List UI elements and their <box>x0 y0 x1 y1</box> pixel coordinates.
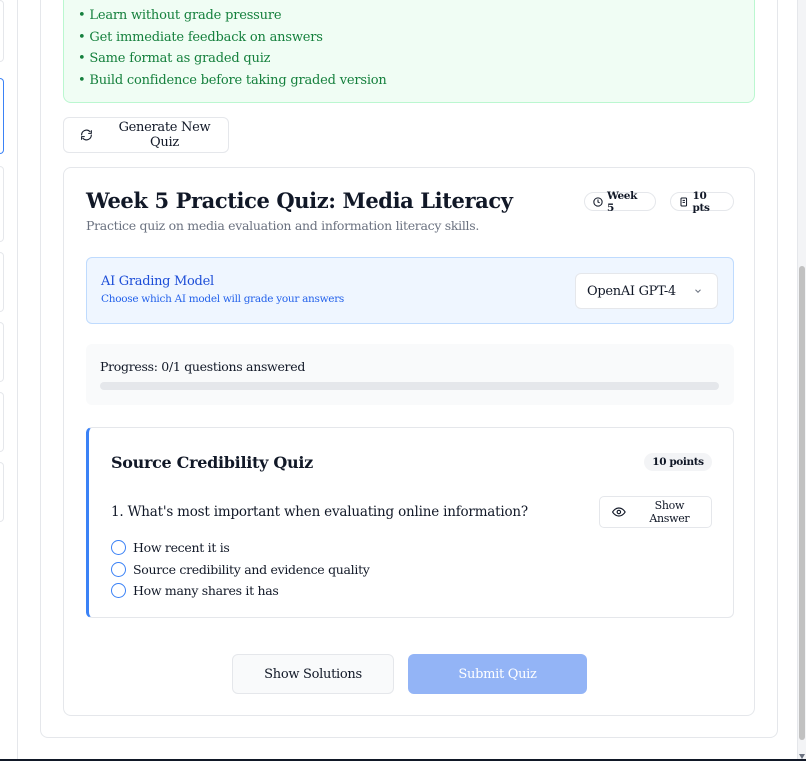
radio-button[interactable] <box>111 561 126 577</box>
practice-benefits-box: • Learn without grade pressure • Get imm… <box>63 0 755 103</box>
chevron-down-icon <box>695 289 701 293</box>
answer-option-label: How recent it is <box>133 540 230 556</box>
grading-model-help: Choose which AI model will grade your an… <box>101 293 345 305</box>
answer-option[interactable]: How many shares it has <box>111 580 370 602</box>
scrollbar-thumb[interactable] <box>799 266 805 740</box>
radio-button[interactable] <box>111 583 126 599</box>
answer-option[interactable]: Source credibility and evidence quality <box>111 559 370 581</box>
benefits-list: • Learn without grade pressure • Get imm… <box>78 5 387 91</box>
question-text: 1. What's most important when evaluating… <box>111 504 528 520</box>
answer-options: How recent it is Source credibility and … <box>111 537 370 602</box>
benefit-item: • Build confidence before taking graded … <box>78 72 387 88</box>
document-icon <box>680 197 688 206</box>
grading-model-value: OpenAI GPT-4 <box>587 283 676 299</box>
grading-model-select[interactable]: OpenAI GPT-4 <box>575 273 718 309</box>
benefit-item: • Same format as graded quiz <box>78 51 271 66</box>
sidebar-tab[interactable] <box>0 462 4 522</box>
grading-model-panel: AI Grading Model Choose which AI model w… <box>86 257 734 324</box>
submit-quiz-button[interactable]: Submit Quiz <box>408 654 587 694</box>
answer-option-label: Source credibility and evidence quality <box>133 561 370 577</box>
week-badge-label: Week 5 <box>606 189 637 214</box>
eye-icon <box>612 507 626 517</box>
benefit-item: • Learn without grade pressure <box>78 8 282 23</box>
sidebar-tab[interactable] <box>0 322 4 382</box>
sidebar-rail <box>0 0 18 761</box>
benefit-item: • Get immediate feedback on answers <box>78 29 323 45</box>
generate-new-quiz-button[interactable]: Generate New Quiz <box>63 117 229 153</box>
scrollbar[interactable] <box>797 0 806 761</box>
question-card: Source Credibility Quiz 10 points 1. Wha… <box>86 427 734 618</box>
quiz-description: Practice quiz on media evaluation and in… <box>86 218 480 233</box>
points-badge-label: 10 pts <box>692 189 710 214</box>
question-section-title: Source Credibility Quiz <box>111 453 313 472</box>
answer-option[interactable]: How recent it is <box>111 537 370 559</box>
answer-option-label: How many shares it has <box>133 583 279 599</box>
sidebar-tab[interactable] <box>0 252 4 312</box>
generate-button-label: Generate New Quiz <box>118 120 211 150</box>
progress-panel: Progress: 0/1 questions answered <box>86 344 734 405</box>
points-badge: 10 pts <box>670 189 734 214</box>
week-badge: Week 5 <box>584 189 656 214</box>
quiz-title: Week 5 Practice Quiz: Media Literacy <box>86 188 513 213</box>
show-solutions-button[interactable]: Show Solutions <box>232 654 394 694</box>
progress-bar <box>100 382 719 390</box>
sidebar-tab[interactable] <box>0 166 4 242</box>
sidebar-tab[interactable] <box>0 0 4 62</box>
refresh-icon <box>81 129 92 141</box>
radio-button[interactable] <box>111 540 126 556</box>
question-points-badge: 10 points <box>644 453 712 471</box>
quiz-card: Week 5 Practice Quiz: Media Literacy Pra… <box>63 167 755 716</box>
clock-icon <box>593 196 603 207</box>
show-answer-button[interactable]: Show Answer <box>599 496 712 528</box>
sidebar-tab-active[interactable] <box>0 78 4 154</box>
grading-model-label: AI Grading Model <box>101 274 214 289</box>
progress-text: Progress: 0/1 questions answered <box>100 359 306 374</box>
show-answer-label: Show Answer <box>649 499 690 525</box>
sidebar-tab[interactable] <box>0 392 4 452</box>
